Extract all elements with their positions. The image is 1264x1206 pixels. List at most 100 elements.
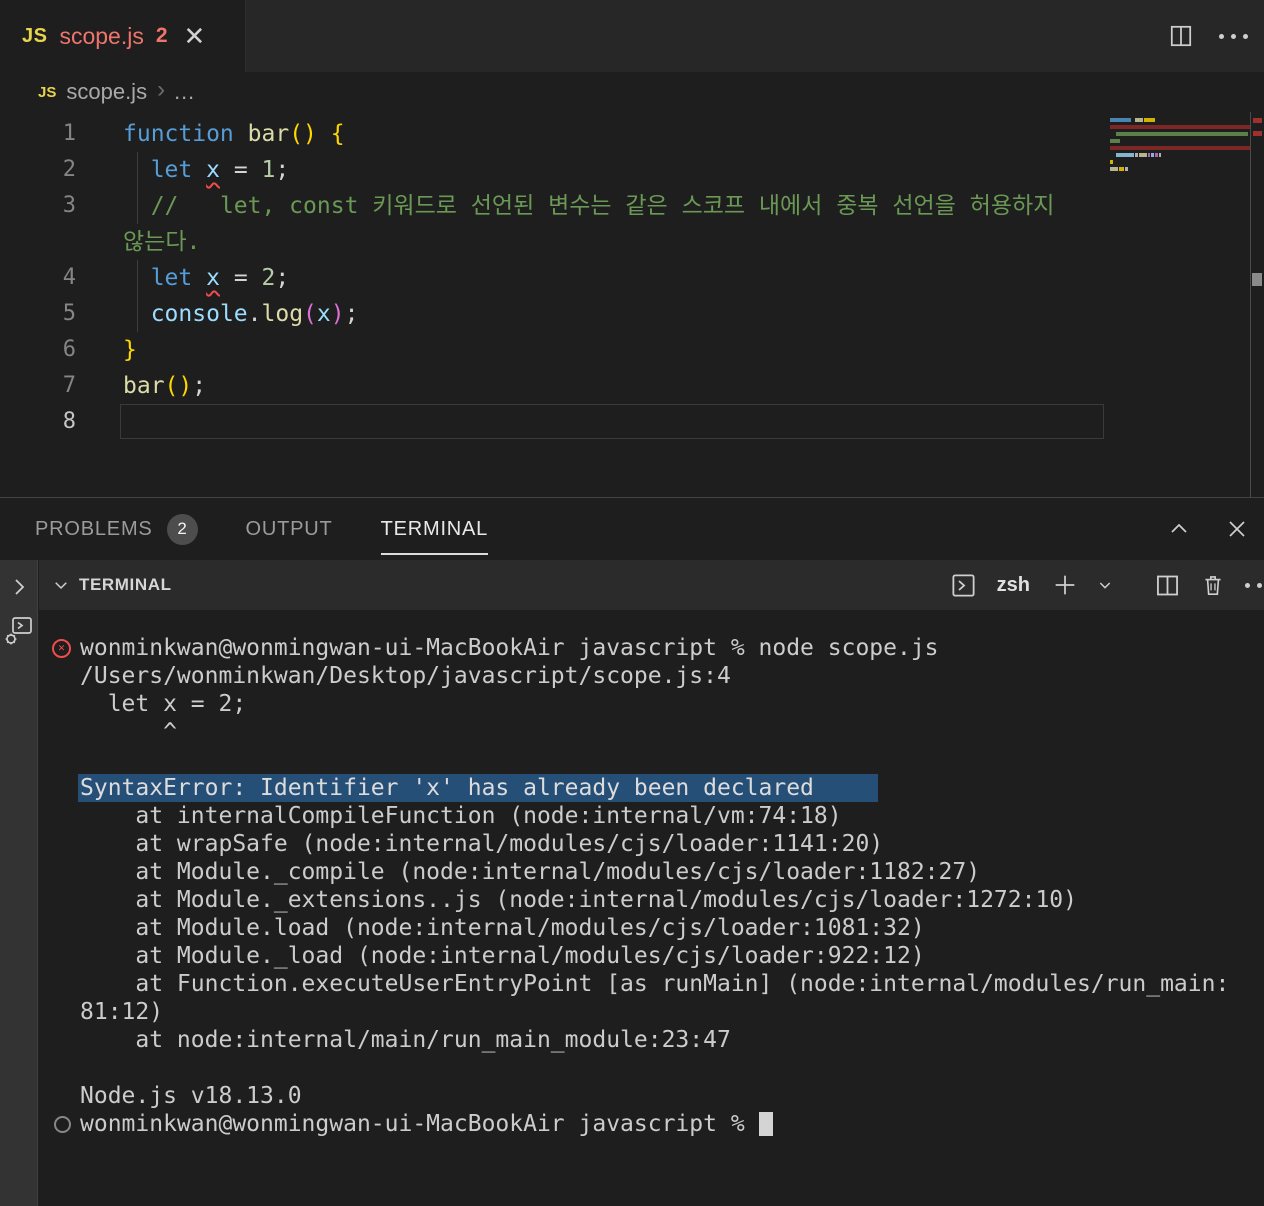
maximize-panel-icon[interactable] (1164, 514, 1194, 544)
terminal-gutter (39, 970, 80, 998)
terminal-line: ✕ wonminkwan@wonmingwan-ui-MacBookAir jav… (39, 634, 1264, 662)
terminal-more-actions-icon[interactable] (1244, 570, 1264, 600)
indent-guide (137, 152, 138, 188)
panel-body: TERMINAL zsh ✕ wonminkwan@wonmingwan-ui-… (0, 560, 1264, 1206)
terminal-text: at node:internal/main/run_main_module:23… (80, 1027, 731, 1053)
minimap[interactable] (1110, 118, 1250, 181)
code-token: function (123, 121, 234, 147)
terminal-section-chevron-icon[interactable] (51, 570, 71, 600)
code-token: 1 (261, 157, 276, 183)
code-editor[interactable]: 12345678 function bar() { let x = 1; // … (0, 112, 1264, 497)
javascript-file-icon: JS (22, 24, 48, 47)
terminal-line: at Module._load (node:internal/modules/c… (39, 942, 1264, 970)
split-editor-icon[interactable] (1166, 21, 1196, 51)
terminal-line: ^ (39, 718, 1264, 746)
panel-tab-label: PROBLEMS (35, 517, 153, 540)
terminal-text: at Module._extensions..js (node:internal… (80, 887, 1077, 913)
code-token: bar (247, 121, 290, 147)
terminal-gutter (39, 774, 80, 802)
launch-profile-chevron-icon[interactable] (1096, 570, 1114, 600)
code-line: // let, const 키워드로 선언된 변수는 같은 스코프 내에서 중복… (123, 188, 1264, 224)
terminal-gutter (39, 998, 80, 1026)
problems-count-badge: 2 (166, 513, 198, 545)
minimap-line (1110, 118, 1250, 122)
code-token: = (219, 265, 262, 291)
terminal-line: at node:internal/main/run_main_module:23… (39, 1026, 1264, 1054)
breadcrumb-symbol[interactable]: … (173, 79, 197, 105)
tab-error-count: 2 (155, 24, 168, 47)
minimap-line (1110, 132, 1250, 136)
breadcrumb-file[interactable]: scope.js (66, 79, 147, 105)
panel-tab-problems[interactable]: PROBLEMS 2 (35, 498, 198, 560)
line-number: 2 (62, 157, 76, 182)
code-line: function bar() { (123, 116, 1264, 152)
breadcrumb: JS scope.js › … (0, 72, 1264, 112)
bottom-panel: PROBLEMS 2 OUTPUT TERMINAL TERMINAL zsh … (0, 497, 1264, 1206)
panel-tab-output[interactable]: OUTPUT (246, 498, 333, 560)
code-token: 2 (261, 265, 276, 291)
error-marker (1253, 118, 1262, 123)
shell-name: zsh (996, 573, 1030, 596)
code-token: x (316, 301, 331, 327)
terminal-lines[interactable]: ✕ wonminkwan@wonmingwan-ui-MacBookAir jav… (39, 610, 1264, 1138)
terminal-section-title: TERMINAL (79, 575, 172, 594)
code-token: let (150, 265, 193, 291)
debug-console-icon[interactable] (4, 616, 34, 646)
terminal-gutter (39, 662, 80, 690)
code-token: // let, const 키워드로 선언된 변수는 같은 스코프 내에서 중복… (150, 193, 1055, 219)
tab-scope-js[interactable]: JS scope.js 2 ✕ (0, 0, 246, 72)
terminal-line (39, 1054, 1264, 1082)
code-token: () { (289, 121, 345, 147)
minimap-line (1110, 160, 1250, 164)
code-line: console.log(x); (123, 296, 1264, 332)
expand-panel-icon[interactable] (4, 572, 34, 602)
more-actions-icon[interactable] (1218, 21, 1248, 51)
terminal-gutter (39, 802, 80, 830)
terminal-gutter (39, 830, 80, 858)
terminal-text: at Module.load (node:internal/modules/cj… (80, 915, 925, 941)
current-line-highlight (120, 404, 1104, 439)
code-token: x (206, 265, 220, 291)
line-number: 3 (62, 193, 76, 218)
code-token: = (219, 157, 262, 183)
terminal-gutter (39, 942, 80, 970)
vscode-window: { "tab": { "icon": "JS", "title": "scope… (0, 0, 1264, 1206)
editor-scrollbar[interactable] (1250, 112, 1264, 497)
terminal-gutter (39, 1026, 80, 1054)
code-token: ; (192, 373, 207, 399)
indent-guide (137, 260, 138, 296)
terminal-actions: zsh (949, 560, 1264, 610)
split-terminal-icon[interactable] (1152, 570, 1182, 600)
terminal-line: at Module._extensions..js (node:internal… (39, 886, 1264, 914)
scrollbar-handle[interactable] (1252, 273, 1262, 286)
kill-terminal-icon[interactable] (1198, 570, 1228, 600)
minimap-line (1110, 139, 1250, 143)
new-terminal-icon[interactable] (1050, 570, 1080, 600)
minimap-line (1110, 125, 1250, 129)
code-token: } (123, 337, 137, 363)
terminal-selected-text: SyntaxError: Identifier 'x' has already … (78, 774, 878, 802)
close-panel-icon[interactable] (1222, 514, 1252, 544)
terminal-line: let x = 2; (39, 690, 1264, 718)
code-line: let x = 1; (123, 152, 1264, 188)
terminal-text: at Module._compile (node:internal/module… (80, 859, 981, 885)
terminal-view[interactable]: TERMINAL zsh ✕ wonminkwan@wonmingwan-ui-… (39, 560, 1264, 1206)
editor-gutter: 1 2 3 4 5 6 7 8 (0, 116, 76, 497)
terminal-gutter (39, 1082, 80, 1110)
terminal-gutter (39, 858, 80, 886)
terminal-text: at wrapSafe (node:internal/modules/cjs/l… (80, 831, 884, 857)
terminal-line: Node.js v18.13.0 (39, 1082, 1264, 1110)
code-line: bar(); (123, 368, 1264, 404)
tab-close-icon[interactable]: ✕ (184, 23, 206, 49)
terminal-line: at Module.load (node:internal/modules/cj… (39, 914, 1264, 942)
minimap-line (1110, 174, 1250, 178)
terminal-gutter (39, 886, 80, 914)
minimap-line (1110, 146, 1250, 150)
line-number: 7 (62, 373, 76, 398)
terminal-line: at Module._compile (node:internal/module… (39, 858, 1264, 886)
terminal-shell-icon (949, 570, 979, 600)
indent-guide (137, 188, 138, 224)
terminal-text: at Function.executeUserEntryPoint [as ru… (80, 971, 1230, 997)
panel-tab-terminal[interactable]: TERMINAL (380, 498, 489, 560)
code-token: ( (303, 301, 317, 327)
